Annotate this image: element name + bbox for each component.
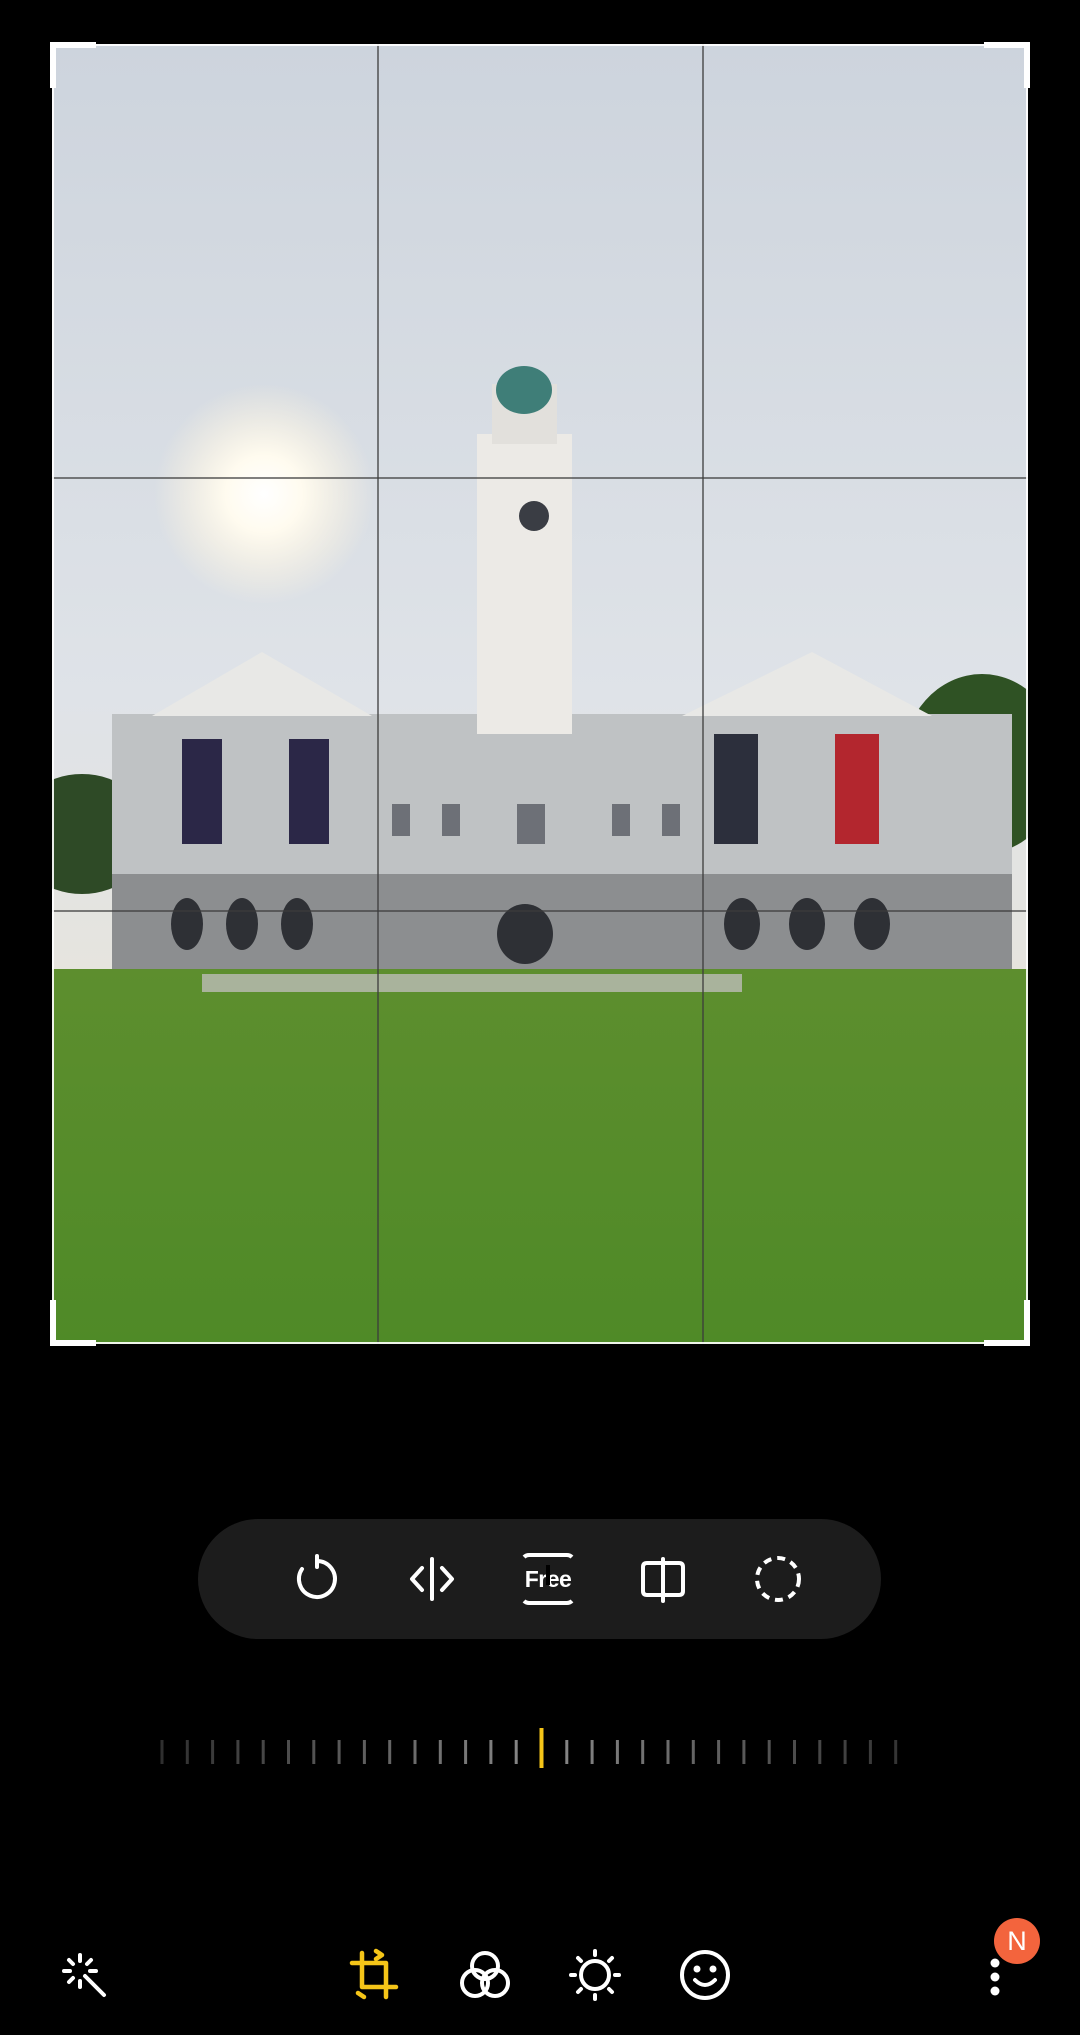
crop-handle-top-left[interactable] <box>50 42 96 88</box>
rotate-icon <box>296 1554 337 1599</box>
rotate-button[interactable] <box>285 1547 349 1611</box>
flip-horizontal-icon <box>410 1557 454 1601</box>
auto-enhance-icon <box>62 1953 106 1997</box>
crop-toolbar: Free <box>198 1519 881 1639</box>
filters-button[interactable] <box>455 1945 515 2005</box>
perspective-button[interactable] <box>631 1547 695 1611</box>
photo-editor-screen: Free N <box>0 0 1080 2035</box>
perspective-icon <box>641 1557 685 1603</box>
sticker-button[interactable] <box>675 1945 735 2005</box>
notification-badge: N <box>994 1918 1040 1964</box>
crop-rotate-icon <box>349 1948 399 2000</box>
straighten-slider[interactable] <box>150 1720 910 1780</box>
flip-button[interactable] <box>400 1547 464 1611</box>
straighten-ticks <box>160 1728 898 1768</box>
crop-handle-bottom-right[interactable] <box>984 1300 1030 1346</box>
crop-rotate-button[interactable] <box>344 1945 404 2005</box>
aspect-ratio-button[interactable]: Free <box>516 1547 580 1611</box>
crop-frame[interactable] <box>50 42 1030 1346</box>
lasso-button[interactable] <box>746 1547 810 1611</box>
brightness-icon <box>569 1949 621 2001</box>
brightness-button[interactable] <box>565 1945 625 2005</box>
crop-handle-top-right[interactable] <box>984 42 1030 88</box>
lasso-icon <box>755 1556 801 1602</box>
auto-enhance-button[interactable] <box>54 1945 114 2005</box>
crop-handle-bottom-left[interactable] <box>50 1300 96 1346</box>
filters-icon <box>460 1951 510 1998</box>
sticker-icon <box>680 1950 730 2000</box>
aspect-ratio-label: Free <box>520 1553 576 1605</box>
